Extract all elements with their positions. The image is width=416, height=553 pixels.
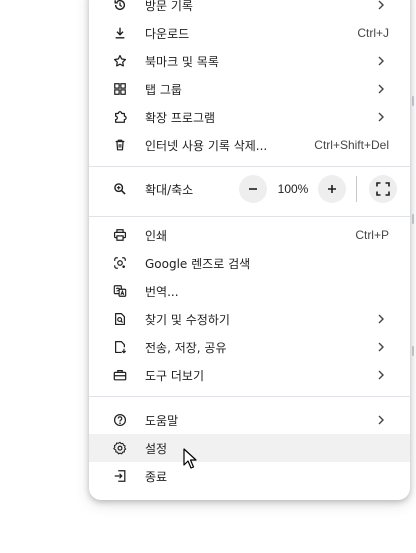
shortcut-text: Ctrl+P (355, 228, 389, 242)
fullscreen-icon (376, 182, 390, 196)
menu-item-label: 인쇄 (145, 228, 168, 243)
menu-item-downloads[interactable]: 다운로드 Ctrl+J (89, 19, 410, 47)
menu-item-label: 종료 (145, 469, 168, 484)
extension-icon (113, 110, 127, 124)
edge-tick (412, 346, 414, 356)
star-icon (113, 54, 127, 68)
menu-item-label: 방문 기록 (145, 0, 193, 13)
edge-tick (412, 214, 414, 224)
page: 방문 기록 다운로드 Ctrl+J 북마크 및 목록 탭 그룹 확장 프로그램 … (0, 0, 416, 553)
menu-item-label: 찾기 및 수정하기 (145, 312, 230, 327)
menu-item-label: 인터넷 사용 기록 삭제... (145, 138, 268, 153)
tab-groups-icon (113, 82, 127, 96)
menu-item-label: 전송, 저장, 공유 (145, 340, 227, 355)
browser-edge (410, 0, 416, 553)
menu-item-cast-save-share[interactable]: 전송, 저장, 공유 (89, 333, 410, 361)
menu-item-history[interactable]: 방문 기록 (89, 0, 410, 19)
lens-icon (113, 256, 127, 270)
menu-item-tab-groups[interactable]: 탭 그룹 (89, 75, 410, 103)
menu-item-label: 북마크 및 목록 (145, 54, 219, 69)
menu-item-clear-browsing-data[interactable]: 인터넷 사용 기록 삭제... Ctrl+Shift+Del (89, 131, 410, 159)
zoom-label: 확대/축소 (145, 182, 194, 197)
history-icon (113, 0, 127, 12)
zoom-level: 100% (277, 182, 309, 196)
menu-item-exit[interactable]: 종료 (89, 462, 410, 490)
menu-item-bookmarks[interactable]: 북마크 및 목록 (89, 47, 410, 75)
zoom-row: 확대/축소 100% (89, 175, 410, 203)
settings-icon (113, 441, 127, 455)
menu-item-label: 확장 프로그램 (145, 110, 216, 125)
menu-item-find-and-edit[interactable]: 찾기 및 수정하기 (89, 305, 410, 333)
menu-item-label: 도구 더보기 (145, 368, 205, 383)
translate-icon (113, 284, 127, 298)
menu-item-settings[interactable]: 설정 (89, 434, 410, 462)
trash-icon (113, 138, 127, 152)
chevron-right-icon (376, 415, 386, 425)
zoom-divider (356, 176, 357, 202)
shortcut-text: Ctrl+Shift+Del (314, 138, 389, 152)
cast-save-share-icon (113, 340, 127, 354)
toolbox-icon (113, 368, 127, 382)
menu-separator (89, 396, 410, 397)
minus-icon (249, 188, 257, 190)
chevron-right-icon (376, 56, 386, 66)
exit-icon (113, 469, 127, 483)
menu-item-extensions[interactable]: 확장 프로그램 (89, 103, 410, 131)
chevron-right-icon (376, 84, 386, 94)
chevron-right-icon (376, 0, 386, 10)
menu-item-google-lens[interactable]: Google 렌즈로 검색 (89, 249, 410, 277)
menu-item-translate[interactable]: 번역... (89, 277, 410, 305)
shortcut-text: Ctrl+J (357, 26, 389, 40)
menu-item-label: 탭 그룹 (145, 82, 182, 97)
menu-separator (89, 216, 410, 217)
menu-separator (89, 166, 410, 167)
fullscreen-button[interactable] (369, 175, 397, 203)
menu-item-label: 번역... (145, 284, 179, 299)
help-icon (113, 413, 127, 427)
menu-item-print[interactable]: 인쇄 Ctrl+P (89, 221, 410, 249)
menu-item-more-tools[interactable]: 도구 더보기 (89, 361, 410, 389)
download-icon (113, 26, 127, 40)
menu-item-help[interactable]: 도움말 (89, 406, 410, 434)
menu-item-label: 다운로드 (145, 26, 190, 41)
chevron-right-icon (376, 112, 386, 122)
find-icon (113, 312, 127, 326)
chrome-app-menu: 방문 기록 다운로드 Ctrl+J 북마크 및 목록 탭 그룹 확장 프로그램 … (89, 0, 410, 500)
menu-item-label: Google 렌즈로 검색 (145, 256, 251, 271)
chevron-right-icon (376, 342, 386, 352)
chevron-right-icon (376, 314, 386, 324)
edge-tick (412, 96, 414, 106)
zoom-out-button[interactable] (239, 175, 267, 203)
mouse-cursor-icon (183, 448, 197, 469)
zoom-in-button[interactable] (318, 175, 346, 203)
zoom-icon (113, 182, 127, 196)
print-icon (113, 228, 127, 242)
menu-item-label: 설정 (145, 441, 168, 456)
menu-item-label: 도움말 (145, 413, 179, 428)
plus-icon (328, 185, 336, 193)
chevron-right-icon (376, 370, 386, 380)
